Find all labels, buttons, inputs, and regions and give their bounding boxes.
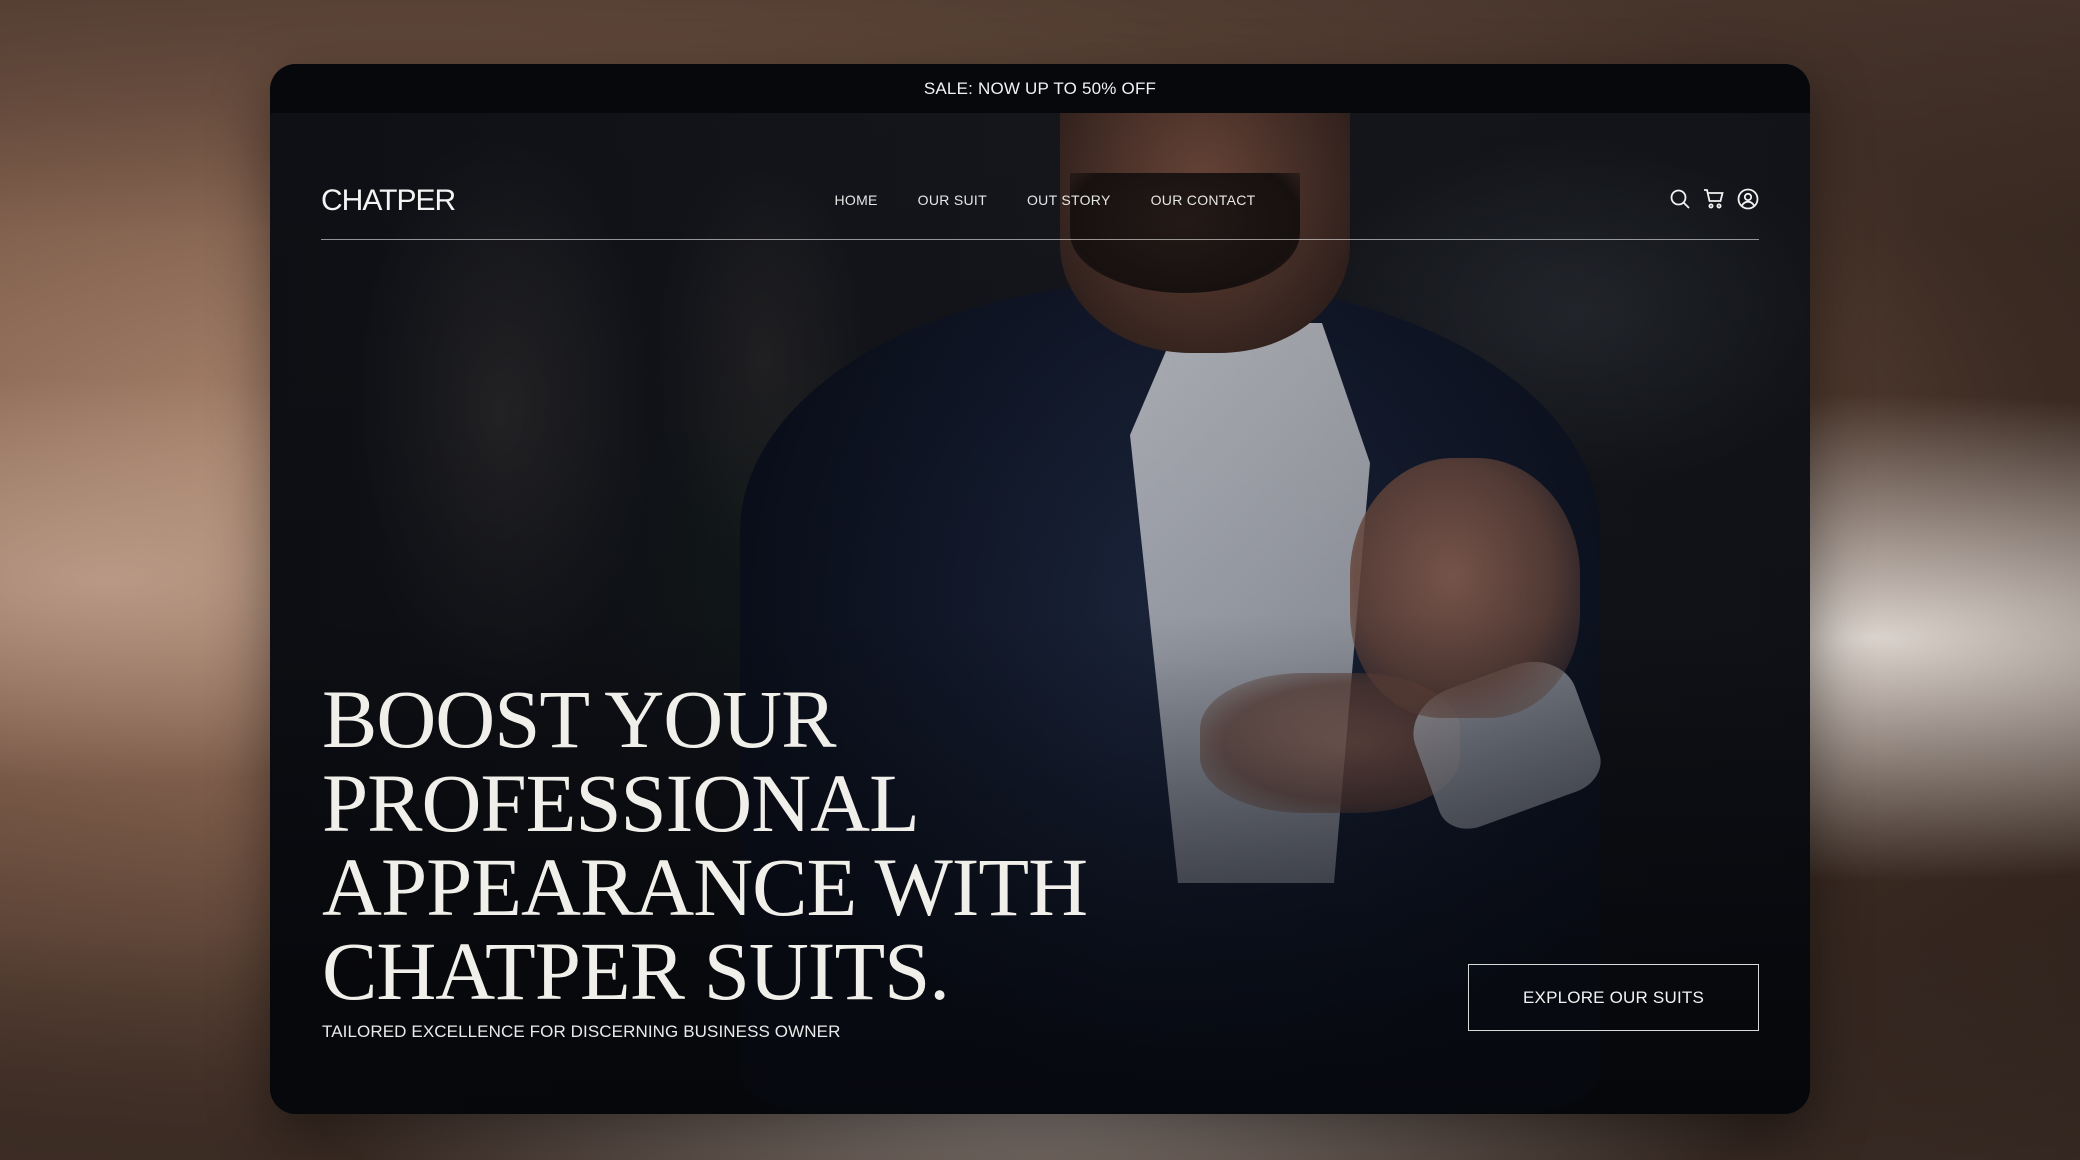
nav-icons bbox=[1669, 188, 1759, 210]
navbar: CHATPER HOME OUR SUIT OUT STORY OUR CONT… bbox=[321, 144, 1759, 240]
hero-headline: BOOST YOUR PROFESSIONAL APPEARANCE WITH … bbox=[322, 673, 1088, 1017]
headline-line: CHATPER SUITS. bbox=[322, 925, 950, 1017]
headline-line: BOOST YOUR bbox=[322, 673, 836, 765]
account-icon[interactable] bbox=[1737, 188, 1759, 210]
cart-icon[interactable] bbox=[1703, 188, 1725, 210]
nav-link-home[interactable]: HOME bbox=[834, 192, 877, 208]
headline-line: APPEARANCE WITH bbox=[322, 841, 1088, 933]
headline-line: PROFESSIONAL bbox=[322, 757, 920, 849]
nav-link-story[interactable]: OUT STORY bbox=[1027, 192, 1111, 208]
promo-text: SALE: NOW UP TO 50% OFF bbox=[923, 78, 1157, 98]
promo-bar: SALE: NOW UP TO 50% OFF bbox=[270, 64, 1810, 113]
hero-subtitle: TAILORED EXCELLENCE FOR DISCERNING BUSIN… bbox=[322, 1022, 841, 1041]
explore-suits-button[interactable]: EXPLORE OUR SUITS bbox=[1468, 964, 1759, 1031]
nav-link-our-suit[interactable]: OUR SUIT bbox=[918, 192, 987, 208]
search-icon[interactable] bbox=[1669, 188, 1691, 210]
nav-links: HOME OUR SUIT OUT STORY OUR CONTACT bbox=[321, 192, 1759, 208]
nav-link-contact[interactable]: OUR CONTACT bbox=[1151, 192, 1256, 208]
browser-window: SALE: NOW UP TO 50% OFF CHATPER HOME OUR… bbox=[270, 64, 1810, 1114]
